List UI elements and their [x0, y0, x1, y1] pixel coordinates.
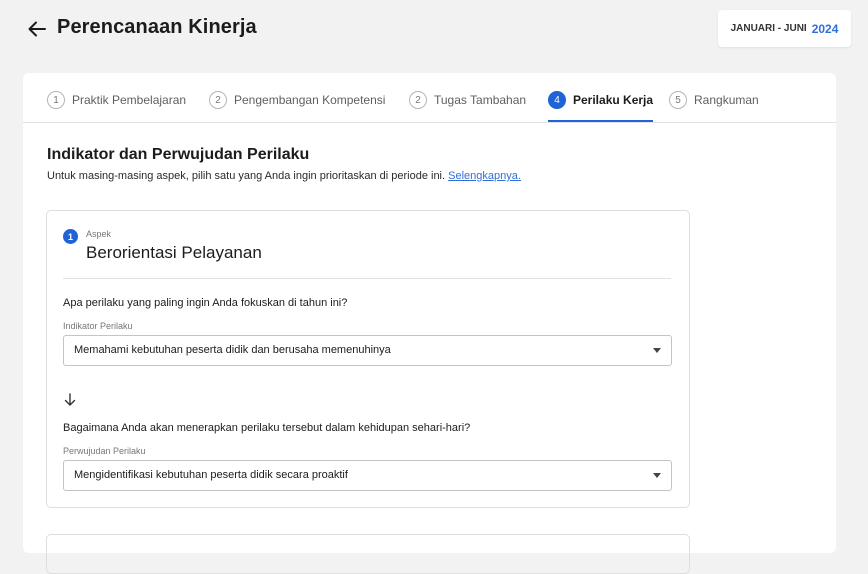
step-label: Rangkuman [694, 93, 759, 107]
description-text: Untuk masing-masing aspek, pilih satu ya… [47, 170, 446, 182]
main-card: 1 Praktik Pembelajaran 2 Pengembangan Ko… [23, 73, 836, 574]
caret-down-icon [653, 473, 661, 478]
tab-tugas-tambahan[interactable]: 2 Tugas Tambahan [409, 91, 526, 122]
manifestation-value: Mengidentifikasi kebutuhan peserta didik… [74, 469, 348, 481]
tab-pengembangan-kompetensi[interactable]: 2 Pengembangan Kompetensi [209, 91, 385, 122]
section-title: Indikator dan Perwujudan Perilaku [47, 146, 310, 163]
arrow-down-icon [64, 393, 76, 406]
back-button[interactable] [26, 18, 48, 40]
indicator-select[interactable]: Memahami kebutuhan peserta didik dan ber… [63, 335, 672, 366]
divider [63, 278, 671, 279]
step-tabs: 1 Praktik Pembelajaran 2 Pengembangan Ko… [23, 73, 836, 123]
step-number: 5 [669, 91, 687, 109]
step-label: Pengembangan Kompetensi [234, 93, 386, 107]
next-aspect-card [46, 534, 690, 574]
manifestation-question: Bagaimana Anda akan menerapkan perilaku … [63, 422, 471, 434]
period-label: JANUARI - JUNI [730, 23, 807, 34]
learn-more-link[interactable]: Selengkapnya. [448, 170, 521, 182]
period-selector[interactable]: JANUARI - JUNI 2024 [718, 10, 851, 47]
aspect-caption: Aspek [86, 229, 112, 239]
step-number: 2 [209, 91, 227, 109]
aspect-card: 1 Aspek Berorientasi Pelayanan Apa peril… [46, 210, 690, 508]
manifestation-select[interactable]: Mengidentifikasi kebutuhan peserta didik… [63, 460, 672, 491]
caret-down-icon [653, 348, 661, 353]
tab-rangkuman[interactable]: 5 Rangkuman [669, 91, 759, 122]
indicator-label: Indikator Perilaku [63, 321, 133, 331]
page-title: Perencanaan Kinerja [57, 16, 257, 38]
aspect-name: Berorientasi Pelayanan [86, 243, 262, 262]
step-number: 1 [47, 91, 65, 109]
step-label: Perilaku Kerja [573, 93, 654, 107]
arrow-left-icon [28, 21, 46, 37]
period-year: 2024 [811, 21, 839, 36]
indicator-value: Memahami kebutuhan peserta didik dan ber… [74, 344, 391, 356]
step-label: Tugas Tambahan [434, 93, 527, 107]
step-label: Praktik Pembelajaran [72, 93, 187, 107]
tab-praktik-pembelajaran[interactable]: 1 Praktik Pembelajaran [47, 91, 186, 122]
aspect-number: 1 [63, 229, 78, 244]
indicator-question: Apa perilaku yang paling ingin Anda foku… [63, 297, 348, 309]
top-bar: Perencanaan Kinerja JANUARI - JUNI 2024 [0, 0, 868, 60]
step-number: 2 [409, 91, 427, 109]
section-description: Untuk masing-masing aspek, pilih satu ya… [47, 170, 521, 182]
tab-perilaku-kerja[interactable]: 4 Perilaku Kerja [548, 91, 654, 122]
manifestation-label: Perwujudan Perilaku [63, 446, 146, 456]
step-number: 4 [548, 91, 566, 109]
